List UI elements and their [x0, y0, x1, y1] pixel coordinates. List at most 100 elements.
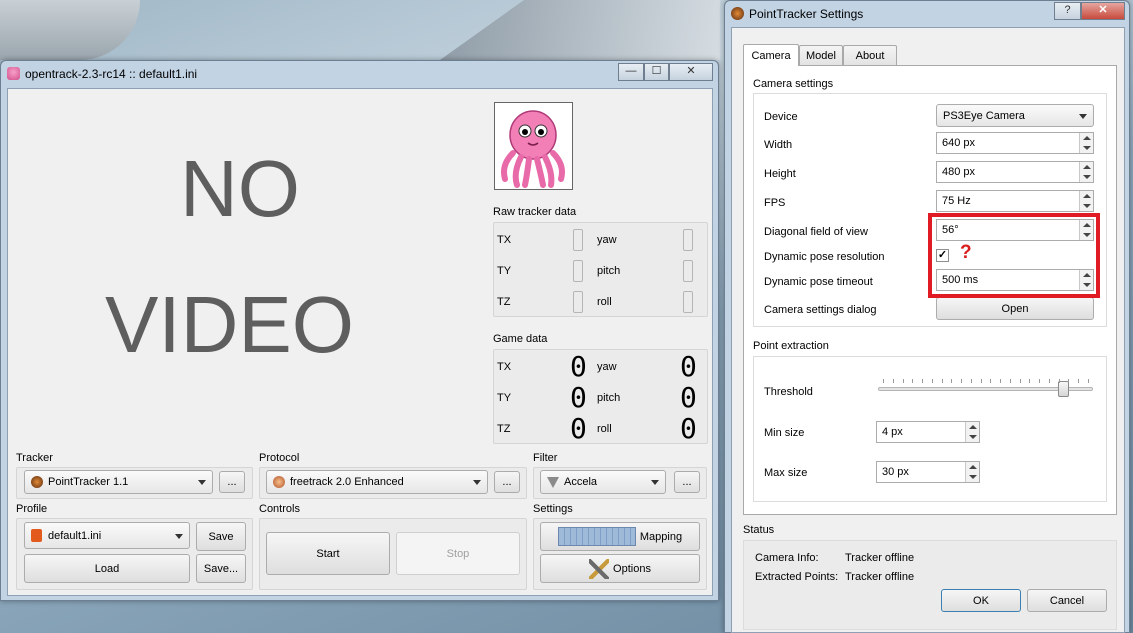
- maximize-button[interactable]: ☐: [644, 63, 669, 81]
- max-size-value: 30 px: [882, 466, 909, 478]
- game-ty-label: TY: [497, 392, 512, 404]
- game-ty-value: 0: [570, 381, 587, 414]
- mapping-button-label: Mapping: [639, 530, 683, 543]
- minimize-button[interactable]: —: [618, 63, 644, 81]
- raw-tx-display: [573, 229, 583, 251]
- tab-model[interactable]: Model: [799, 45, 843, 66]
- stop-button[interactable]: Stop: [396, 532, 520, 575]
- close-button[interactable]: ✕: [669, 63, 713, 81]
- game-data-frame: TX TY TZ yaw pitch roll 0 0 0 0 0 0: [493, 349, 708, 445]
- raw-ty-display: [573, 260, 583, 282]
- extracted-points-label: Extracted Points:: [755, 571, 839, 583]
- tracker-select-value: PointTracker 1.1: [48, 476, 129, 488]
- slider-tick: [883, 379, 884, 383]
- window-title: PointTracker Settings: [749, 7, 864, 21]
- filter-funnel-icon: [547, 476, 559, 488]
- video-placeholder-line1: NO: [180, 144, 300, 233]
- raw-tx-label: TX: [497, 234, 512, 246]
- filter-select-value: Accela: [564, 476, 598, 488]
- pointtracker-app-icon: [731, 7, 744, 20]
- raw-yaw-display: [683, 229, 693, 251]
- open-camera-dialog-button[interactable]: Open: [936, 297, 1094, 320]
- slider-tick: [1020, 379, 1021, 383]
- raw-pitch-label: pitch: [597, 265, 621, 277]
- spin-arrows-icon[interactable]: [1079, 191, 1093, 211]
- filter-settings-button[interactable]: ...: [674, 471, 700, 493]
- tracker-select[interactable]: PointTracker 1.1: [24, 470, 213, 494]
- profile-save-as-button[interactable]: Save...: [196, 554, 246, 583]
- raw-roll-label: roll: [597, 296, 612, 308]
- slider-handle[interactable]: [1058, 381, 1069, 397]
- help-button[interactable]: ?: [1054, 2, 1081, 20]
- slider-tick: [1010, 379, 1011, 383]
- raw-tz-label: TZ: [497, 296, 511, 308]
- fps-spinbox[interactable]: 75 Hz: [936, 190, 1094, 212]
- spin-arrows-icon[interactable]: [1079, 133, 1093, 153]
- raw-tz-display: [573, 291, 583, 313]
- profile-select[interactable]: default1.ini: [24, 522, 190, 549]
- filter-select[interactable]: Accela: [540, 470, 666, 494]
- camera-settings-group: Device PS3Eye Camera Width 640 px Height…: [753, 93, 1107, 327]
- threshold-slider[interactable]: [878, 379, 1093, 401]
- tools-icon: [589, 558, 610, 579]
- tracker-settings-button[interactable]: ...: [219, 471, 245, 493]
- protocol-settings-button[interactable]: ...: [494, 471, 520, 493]
- chevron-down-icon: [198, 480, 206, 485]
- profile-load-button[interactable]: Load: [24, 554, 190, 583]
- spin-arrows-icon[interactable]: [965, 462, 979, 482]
- width-label: Width: [764, 139, 793, 151]
- game-yaw-value: 0: [680, 350, 697, 383]
- raw-tracker-frame: TX TY TZ yaw pitch roll: [493, 222, 708, 317]
- start-button[interactable]: Start: [266, 532, 390, 575]
- slider-tick: [1039, 379, 1040, 383]
- slider-tick: [903, 379, 904, 383]
- options-button[interactable]: Options: [540, 554, 700, 583]
- mapping-button[interactable]: Mapping: [540, 522, 700, 551]
- slider-tick: [1000, 379, 1001, 383]
- slider-tick: [1088, 379, 1089, 383]
- tracker-label: Tracker: [16, 452, 53, 464]
- tab-camera[interactable]: Camera: [743, 44, 799, 66]
- width-spinbox[interactable]: 640 px: [936, 132, 1094, 154]
- camera-dialog-label: Camera settings dialog: [764, 304, 877, 316]
- profile-save-button[interactable]: Save: [196, 522, 246, 551]
- pointtracker-icon: [31, 476, 43, 488]
- slider-tick: [942, 379, 943, 383]
- protocol-select[interactable]: freetrack 2.0 Enhanced: [266, 470, 488, 494]
- game-data-title: Game data: [493, 333, 548, 345]
- spin-arrows-icon[interactable]: [965, 422, 979, 442]
- cancel-button[interactable]: Cancel: [1027, 589, 1107, 612]
- game-tx-value: 0: [570, 350, 587, 383]
- width-value: 640 px: [942, 137, 976, 149]
- slider-tick: [1049, 379, 1050, 383]
- chevron-down-icon: [651, 480, 659, 485]
- max-size-spinbox[interactable]: 30 px: [876, 461, 980, 483]
- video-placeholder-line2: VIDEO: [105, 280, 354, 369]
- slider-tick: [922, 379, 923, 383]
- status-title: Status: [743, 524, 775, 536]
- min-size-spinbox[interactable]: 4 px: [876, 421, 980, 443]
- profile-select-value: default1.ini: [48, 529, 102, 542]
- filter-label: Filter: [533, 452, 558, 464]
- game-roll-value: 0: [680, 412, 697, 445]
- slider-tick: [981, 379, 982, 383]
- slider-tick: [912, 379, 913, 383]
- device-select[interactable]: PS3Eye Camera: [936, 104, 1094, 127]
- title-bar[interactable]: opentrack-2.3-rc14 :: default1.ini — ☐ ✕: [1, 61, 718, 85]
- ok-button[interactable]: OK: [941, 589, 1021, 612]
- slider-tick: [971, 379, 972, 383]
- mapping-curve-icon: [557, 527, 636, 546]
- protocol-select-value: freetrack 2.0 Enhanced: [290, 476, 404, 488]
- chevron-down-icon: [473, 480, 481, 485]
- height-spinbox[interactable]: 480 px: [936, 161, 1094, 183]
- game-tx-label: TX: [497, 361, 512, 373]
- camera-info-label: Camera Info:: [755, 552, 819, 564]
- slider-tick: [961, 379, 962, 383]
- tab-about[interactable]: About: [843, 45, 897, 66]
- close-button[interactable]: ✕: [1081, 2, 1125, 20]
- slider-tick: [951, 379, 952, 383]
- freetrack-icon: [273, 476, 285, 488]
- title-bar[interactable]: PointTracker Settings ? ✕: [725, 1, 1129, 25]
- slider-tick: [1078, 379, 1079, 383]
- spin-arrows-icon[interactable]: [1079, 162, 1093, 182]
